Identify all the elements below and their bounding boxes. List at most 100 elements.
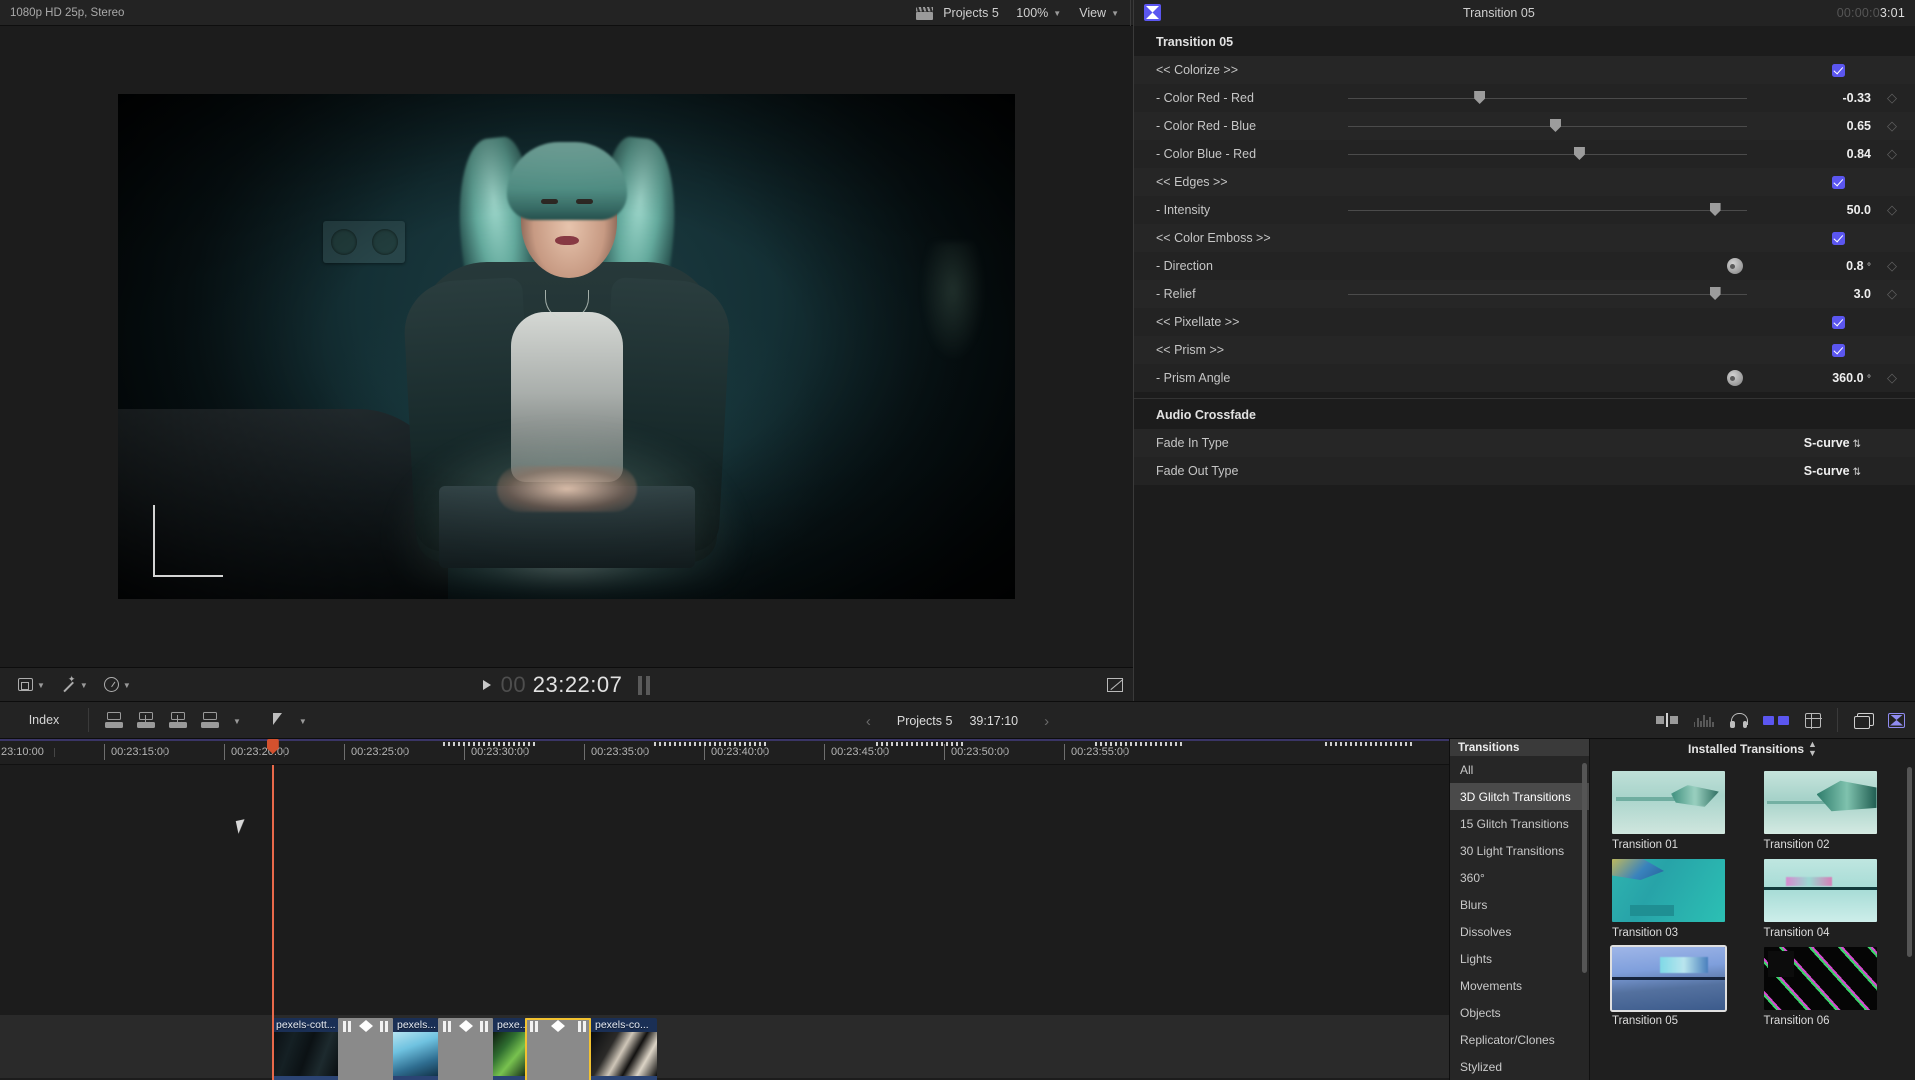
timeline-transition[interactable] [438, 1018, 493, 1080]
browser-category-item[interactable]: Stylized [1450, 1053, 1589, 1080]
dial-knob[interactable] [1727, 258, 1743, 274]
parameter-dial[interactable] [1336, 252, 1797, 280]
view-menu[interactable]: View ▼ [1070, 0, 1128, 26]
browser-main-header[interactable]: Installed Transitions ▲ ▼ [1590, 739, 1915, 759]
clip-appearance-icon[interactable] [1656, 713, 1678, 727]
slider-knob[interactable] [1549, 119, 1561, 132]
browser-category-item[interactable]: 15 Glitch Transitions [1450, 810, 1589, 837]
timeline-clip-strip[interactable]: pexels-cott... pexels... pexe... pexels-co.… [272, 1018, 657, 1080]
chevron-down-icon[interactable]: ▼ [299, 717, 307, 726]
slider-knob[interactable] [1474, 91, 1486, 104]
transition-preview-thumbnail[interactable] [1612, 947, 1725, 1010]
transition-preview-thumbnail[interactable] [1763, 859, 1877, 922]
headphones-icon[interactable] [1730, 712, 1748, 728]
browser-main-scrollbar[interactable] [1907, 767, 1912, 957]
parameter-slider[interactable] [1336, 140, 1797, 168]
checkbox-checked-icon[interactable] [1832, 315, 1845, 329]
parameter-value[interactable]: -0.33 [1797, 91, 1875, 105]
select-tool-icon[interactable] [272, 712, 285, 728]
audio-parameter-row[interactable]: Fade In Type S-curve ⇅ [1134, 429, 1915, 457]
keyframe-icon[interactable]: ◇ [1875, 258, 1909, 274]
timeline-body[interactable]: pexels-cott... pexels... pexe... pexels-co.… [0, 739, 1449, 1080]
parameter-slider[interactable] [1336, 196, 1797, 224]
audio-parameter-row[interactable]: Fade Out Type S-curve ⇅ [1134, 457, 1915, 485]
parameter-row[interactable]: - Prism Angle 360.0 ° ◇ [1134, 364, 1915, 392]
chevron-left-icon[interactable]: ‹ [866, 713, 871, 730]
filmstrip-icon[interactable] [1805, 712, 1822, 729]
slider-knob[interactable] [1709, 287, 1721, 300]
keyframe-icon[interactable]: ◇ [1875, 118, 1909, 134]
parameter-dial[interactable] [1336, 364, 1797, 392]
stepper-icon[interactable]: ▲ ▼ [1808, 740, 1817, 758]
keyframe-icon[interactable]: ◇ [1875, 286, 1909, 302]
keyframe-icon[interactable]: ◇ [1875, 370, 1909, 386]
viewer-video-frame[interactable] [118, 94, 1015, 599]
browser-icon[interactable] [1854, 712, 1874, 729]
parameter-value[interactable]: 360.0 ° [1797, 371, 1875, 385]
parameter-row[interactable]: << Prism >> [1134, 336, 1915, 364]
timeline-transition-selected[interactable] [525, 1018, 591, 1080]
index-button[interactable]: Index [0, 713, 88, 727]
timeline-clip[interactable]: pexels-cott... [272, 1018, 338, 1080]
parameter-row[interactable]: << Color Emboss >> [1134, 224, 1915, 252]
parameter-row[interactable]: - Intensity 50.0 ◇ [1134, 196, 1915, 224]
slider-knob[interactable] [1573, 147, 1585, 160]
parameter-value[interactable]: 50.0 [1797, 203, 1875, 217]
zoom-level-menu[interactable]: 100% ▼ [1007, 0, 1070, 26]
browser-category-item[interactable]: Blurs [1450, 891, 1589, 918]
parameter-row[interactable]: << Colorize >> [1134, 56, 1915, 84]
fade-type-dropdown[interactable]: S-curve ⇅ [1759, 436, 1909, 450]
fade-type-dropdown[interactable]: S-curve ⇅ [1759, 464, 1909, 478]
browser-transition-item[interactable]: Transition 06 [1763, 947, 1898, 1027]
timeline-clip[interactable]: pexe... [493, 1018, 525, 1080]
parameter-value[interactable]: 3.0 [1797, 287, 1875, 301]
browser-category-item[interactable]: All [1450, 756, 1589, 783]
browser-sidebar-scrollbar[interactable] [1582, 763, 1587, 973]
parameter-slider[interactable] [1336, 280, 1797, 308]
parameter-value[interactable]: 0.65 [1797, 119, 1875, 133]
timeline-transition[interactable] [338, 1018, 393, 1080]
insert-clip-icon[interactable] [137, 712, 155, 728]
browser-transition-item[interactable]: Transition 04 [1763, 859, 1898, 939]
connect-clip-icon[interactable] [105, 712, 123, 728]
transition-preview-thumbnail[interactable] [1612, 859, 1725, 922]
parameter-row[interactable]: << Pixellate >> [1134, 308, 1915, 336]
parameter-value[interactable]: 0.8 ° [1797, 259, 1875, 273]
checkbox-checked-icon[interactable] [1832, 63, 1845, 77]
browser-category-item[interactable]: Objects [1450, 999, 1589, 1026]
checkbox-checked-icon[interactable] [1832, 231, 1845, 245]
play-icon[interactable] [482, 680, 491, 690]
checkbox-checked-icon[interactable] [1832, 175, 1845, 189]
chevron-right-icon[interactable]: › [1044, 713, 1049, 730]
timeline-clip[interactable]: pexels... [393, 1018, 438, 1080]
parameter-row[interactable]: - Color Red - Red -0.33 ◇ [1134, 84, 1915, 112]
enhancements-icon-button[interactable]: ▼ [53, 668, 96, 702]
transition-preview-thumbnail[interactable] [1612, 771, 1725, 834]
parameter-slider[interactable] [1336, 84, 1797, 112]
timeline-panel[interactable]: 23:10:00 00:23:15:00 00:23:25:00 00:23:20:0… [0, 739, 1449, 1080]
transition-preview-thumbnail[interactable] [1763, 771, 1877, 834]
parameter-row[interactable]: - Relief 3.0 ◇ [1134, 280, 1915, 308]
parameter-row[interactable]: - Color Red - Blue 0.65 ◇ [1134, 112, 1915, 140]
browser-category-item[interactable]: 30 Light Transitions [1450, 837, 1589, 864]
expand-icon[interactable] [1107, 677, 1123, 692]
transitions-browser-icon[interactable] [1888, 712, 1905, 728]
browser-category-item[interactable]: 3D Glitch Transitions [1450, 783, 1589, 810]
keyframe-icon[interactable]: ◇ [1875, 146, 1909, 162]
browser-transition-item[interactable]: Transition 03 [1612, 859, 1746, 939]
checkbox-checked-icon[interactable] [1832, 343, 1845, 357]
parameter-slider[interactable] [1336, 112, 1797, 140]
timeline-clip[interactable]: pexels-co... [591, 1018, 657, 1080]
blue-clips-icon[interactable] [1763, 714, 1789, 726]
overwrite-clip-icon[interactable] [201, 712, 219, 728]
viewer-timecode[interactable]: 00 23:22:07 [501, 672, 623, 698]
browser-transition-item[interactable]: Transition 01 [1612, 771, 1746, 851]
browser-category-item[interactable]: Lights [1450, 945, 1589, 972]
slider-knob[interactable] [1709, 203, 1721, 216]
playhead[interactable] [266, 739, 279, 1080]
browser-category-item[interactable]: Replicator/Clones [1450, 1026, 1589, 1053]
parameter-row[interactable]: - Direction 0.8 ° ◇ [1134, 252, 1915, 280]
parameter-row[interactable]: << Edges >> [1134, 168, 1915, 196]
browser-category-item[interactable]: Movements [1450, 972, 1589, 999]
transition-preview-thumbnail[interactable] [1763, 947, 1877, 1010]
